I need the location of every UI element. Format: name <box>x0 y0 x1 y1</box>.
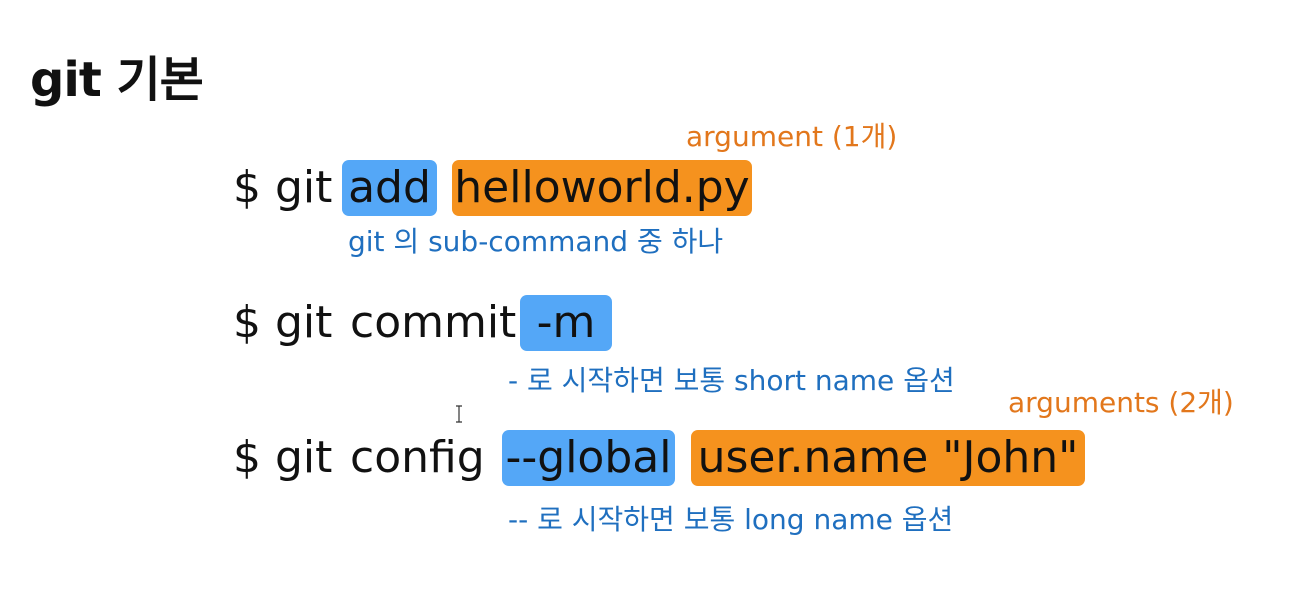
subcommand-highlight-add: add <box>342 160 437 216</box>
command-prefix: $ git <box>233 162 333 213</box>
subcommand-note: git 의 sub-command 중 하나 <box>348 225 724 258</box>
page-title: git 기본 <box>30 52 204 108</box>
long-option-note: -- 로 시작하면 보통 long name 옵션 <box>508 503 954 536</box>
argument-count-note: argument (1개) <box>686 120 898 153</box>
short-option-highlight: -m <box>520 295 612 351</box>
command-line-add: $ git add helloworld.py <box>233 160 763 216</box>
subcommand-config: config <box>350 432 485 483</box>
command-prefix: $ git <box>233 297 333 348</box>
argument-highlight-username: user.name "John" <box>691 430 1085 486</box>
argument-highlight-filename: helloworld.py <box>452 160 752 216</box>
text-cursor-icon <box>455 405 463 423</box>
command-line-commit: $ git commit -m <box>233 295 633 351</box>
arguments-count-note: arguments (2개) <box>1008 386 1234 419</box>
short-option-note: - 로 시작하면 보통 short name 옵션 <box>508 364 955 397</box>
command-prefix: $ git <box>233 432 333 483</box>
command-line-config: $ git config --global user.name "John" <box>233 430 1093 486</box>
subcommand-commit: commit <box>350 297 517 348</box>
long-option-highlight: --global <box>502 430 675 486</box>
